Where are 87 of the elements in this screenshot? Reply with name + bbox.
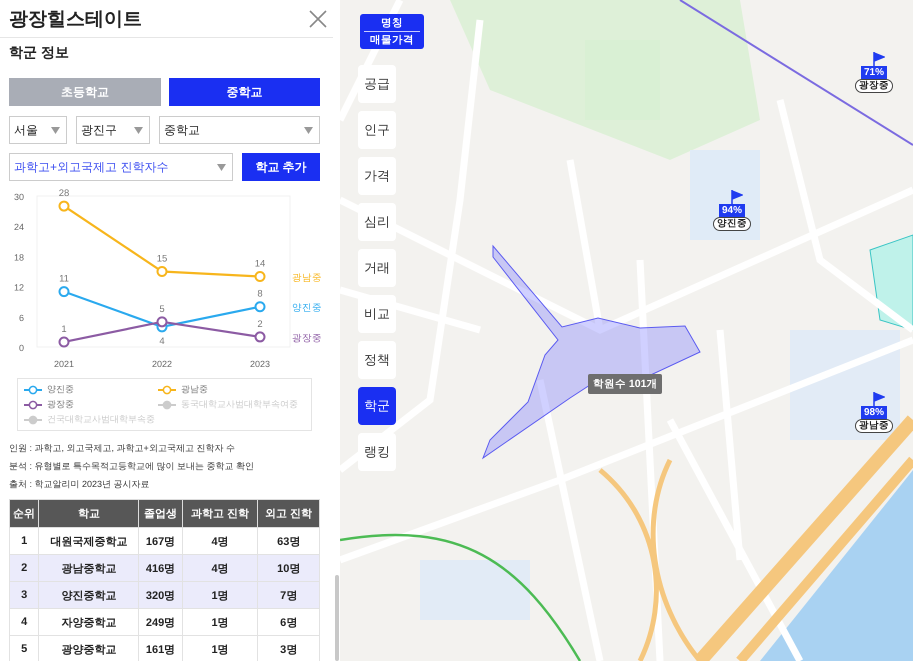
caret-icon <box>304 126 313 134</box>
school-name-label[interactable]: 양진중 <box>713 217 751 231</box>
y-axis-label: 30 <box>14 192 24 202</box>
side-menu-button[interactable]: 학군 <box>358 387 396 425</box>
data-label: 11 <box>59 274 69 285</box>
table-cell: 1명 <box>182 608 258 636</box>
view-option[interactable]: 매물가격 <box>360 32 424 48</box>
side-menu-button[interactable]: 인구 <box>358 111 396 149</box>
filter-dropdown[interactable]: 서울 <box>9 116 67 144</box>
side-menu-button[interactable]: 가격 <box>358 157 396 195</box>
table-cell: 3 <box>10 582 39 608</box>
data-label: 4 <box>159 336 165 347</box>
data-label: 15 <box>156 254 168 264</box>
side-menu-button[interactable]: 정책 <box>358 341 396 379</box>
school-name-label[interactable]: 광남중 <box>855 419 893 433</box>
side-menu-button[interactable]: 랭킹 <box>358 433 396 471</box>
caret-icon <box>134 126 143 134</box>
table-cell: 7명 <box>258 582 320 608</box>
scrollbar-thumb[interactable] <box>335 575 339 661</box>
metric-dropdown[interactable]: 과학고+외고국제고 진학자수 <box>9 153 233 181</box>
column-header: 학교 <box>38 500 139 528</box>
series-label: 양진중 <box>292 302 322 314</box>
school-name-label[interactable]: 광장중 <box>855 79 893 93</box>
note-text: 출처 : 학교알리미 2023년 공시자료 <box>9 478 151 491</box>
table-cell: 5 <box>10 636 39 661</box>
y-axis-label: 6 <box>18 312 24 323</box>
y-axis-label: 0 <box>18 343 24 353</box>
side-menu-button[interactable]: 비교 <box>358 295 396 333</box>
table-cell: 320명 <box>138 582 182 608</box>
caret-icon <box>217 164 226 170</box>
close-icon[interactable] <box>309 10 327 28</box>
note-text: 분석 : 유형별로 특수목적고등학교에 많이 보내는 중학교 확인 <box>9 460 256 473</box>
data-label: 2 <box>257 318 263 330</box>
table-cell: 6명 <box>258 608 320 636</box>
section-title: 학군 정보 <box>9 44 70 62</box>
legend-label[interactable]: 양진중 <box>47 383 74 396</box>
series-label: 광남중 <box>292 272 322 284</box>
legend-label[interactable]: 광장중 <box>47 398 74 411</box>
flag-icon <box>873 392 885 406</box>
y-axis-label: 12 <box>14 282 24 293</box>
table-cell: 1명 <box>182 582 258 608</box>
y-axis-label: 24 <box>14 222 24 232</box>
flag-icon <box>731 190 743 204</box>
side-menu-button[interactable]: 공급 <box>358 65 396 103</box>
table-cell: 416명 <box>138 554 182 582</box>
filter-dropdown[interactable]: 중학교 <box>159 116 320 144</box>
panel-title: 광장힐스테이트 <box>9 8 142 32</box>
caret-icon <box>51 126 60 134</box>
table-cell: 4 <box>10 608 39 636</box>
side-menu-button[interactable]: 심리 <box>358 203 396 241</box>
y-axis-label: 18 <box>14 252 24 262</box>
add-school-button[interactable]: 학교 추가 <box>242 153 320 181</box>
table-cell: 광남중학교 <box>38 554 139 582</box>
note-text: 인원 : 과학고, 외고국제고, 과학고+외고국제고 진학자 수 <box>9 442 236 455</box>
data-point[interactable] <box>58 336 70 348</box>
side-menu-button[interactable]: 거래 <box>358 249 396 287</box>
flag-icon <box>873 52 885 66</box>
table-cell: 4명 <box>182 554 258 582</box>
data-label: 5 <box>159 304 165 315</box>
data-label: 1 <box>61 324 67 335</box>
column-header: 과학고 진학 <box>182 500 258 528</box>
data-label: 8 <box>257 288 263 300</box>
view-option[interactable]: 명칭 <box>364 15 420 32</box>
x-axis-label: 2021 <box>54 359 74 369</box>
legend-label[interactable]: 광남중 <box>180 383 208 396</box>
view-toggle[interactable]: 명칭 매물가격 <box>360 14 424 49</box>
academy-count-tooltip: 학원수 101개 <box>588 374 662 394</box>
data-label: 14 <box>254 258 266 270</box>
x-axis-label: 2023 <box>250 359 270 369</box>
school-district-area[interactable] <box>482 244 701 460</box>
filter-dropdown[interactable]: 광진구 <box>76 116 150 144</box>
data-point[interactable] <box>254 301 266 312</box>
table-cell: 2 <box>10 554 39 582</box>
column-header: 순위 <box>10 500 39 528</box>
column-header: 졸업생 <box>138 500 182 528</box>
school-level-tab[interactable]: 중학교 <box>168 78 320 106</box>
table-cell: 자양중학교 <box>38 608 139 636</box>
map-drawing[interactable] <box>340 0 913 661</box>
column-header: 외고 진학 <box>258 500 320 528</box>
data-point[interactable] <box>58 286 70 298</box>
data-point[interactable] <box>254 331 266 342</box>
table-cell: 10명 <box>258 554 320 582</box>
x-axis-label: 2022 <box>152 359 172 369</box>
data-label: 28 <box>58 188 70 200</box>
table-cell: 양진중학교 <box>38 582 139 608</box>
series-label: 광장중 <box>292 332 322 344</box>
table-cell: 249명 <box>138 608 182 636</box>
